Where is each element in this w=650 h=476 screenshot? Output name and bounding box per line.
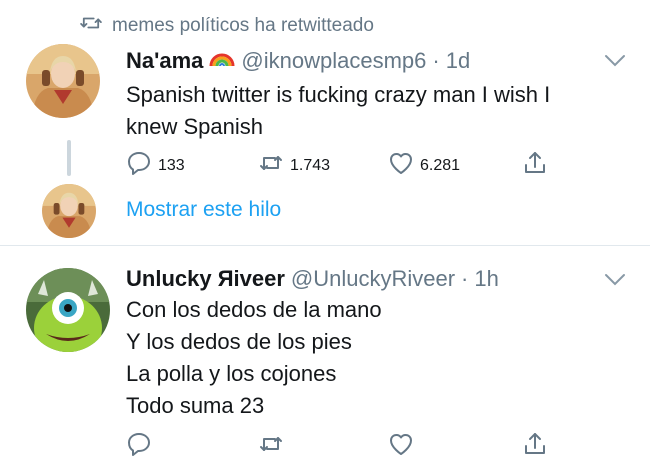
- heart-icon: [388, 431, 414, 462]
- reply-icon: [126, 431, 152, 462]
- tweet-header: Na'ama @iknowplacesmp6 · 1d: [126, 46, 470, 74]
- retweet-icon: [258, 150, 284, 181]
- tweet-text-line: Y los dedos de los pies: [126, 329, 352, 354]
- retweet-button[interactable]: 1.743: [258, 150, 330, 181]
- like-button[interactable]: 6.281: [388, 150, 460, 181]
- share-button[interactable]: [522, 150, 548, 181]
- user-handle[interactable]: @iknowplacesmp6: [241, 48, 426, 74]
- tweet-text-line: Todo suma 23: [126, 393, 265, 418]
- reply-button[interactable]: 133: [126, 150, 185, 181]
- show-thread-link[interactable]: Mostrar este hilo: [126, 198, 281, 222]
- like-count: 6.281: [420, 156, 461, 174]
- avatar[interactable]: [26, 268, 110, 352]
- display-name[interactable]: Unlucky Яiveer: [126, 266, 285, 292]
- tweet-header: Unlucky Яiveer @UnluckyRiveer · 1h: [126, 266, 499, 292]
- display-name[interactable]: Na'ama: [126, 48, 203, 74]
- rainbow-emoji-icon: [209, 46, 235, 68]
- tweet-text-line: Spanish twitter is fucking crazy man I w…: [126, 82, 551, 107]
- user-handle[interactable]: @UnluckyRiveer: [291, 266, 455, 292]
- tweet-text: Spanish twitter is fucking crazy man I w…: [126, 79, 550, 143]
- separator-dot: ·: [432, 48, 440, 73]
- thread-connector-line: [67, 140, 71, 176]
- avatar-small[interactable]: [42, 184, 96, 238]
- timestamp[interactable]: 1d: [446, 48, 470, 74]
- tweet-text-line: Con los dedos de la mano: [126, 297, 382, 322]
- tweet-text-line: knew Spanish: [126, 114, 263, 139]
- tweet-text: Con los dedos de la mano Y los dedos de …: [126, 294, 382, 422]
- timestamp[interactable]: 1h: [474, 266, 498, 292]
- reply-button[interactable]: [126, 431, 152, 462]
- separator-dot: ·: [461, 266, 469, 291]
- reply-icon: [126, 150, 152, 181]
- chevron-down-icon[interactable]: [604, 273, 626, 287]
- share-button[interactable]: [522, 431, 548, 462]
- tweet-text-line: La polla y los cojones: [126, 361, 337, 386]
- chevron-down-icon[interactable]: [604, 54, 626, 68]
- reply-count: 133: [158, 156, 185, 174]
- retweet-context[interactable]: memes políticos ha retwitteado: [80, 14, 374, 38]
- heart-icon: [388, 150, 414, 181]
- divider: [0, 245, 650, 246]
- retweet-icon: [80, 14, 102, 38]
- retweet-count: 1.743: [290, 156, 331, 174]
- share-icon: [522, 150, 548, 181]
- avatar[interactable]: [26, 44, 100, 118]
- retweet-icon: [258, 431, 284, 462]
- retweet-button[interactable]: [258, 431, 284, 462]
- share-icon: [522, 431, 548, 462]
- retweet-context-text: memes políticos ha retwitteado: [112, 15, 374, 36]
- like-button[interactable]: [388, 431, 414, 462]
